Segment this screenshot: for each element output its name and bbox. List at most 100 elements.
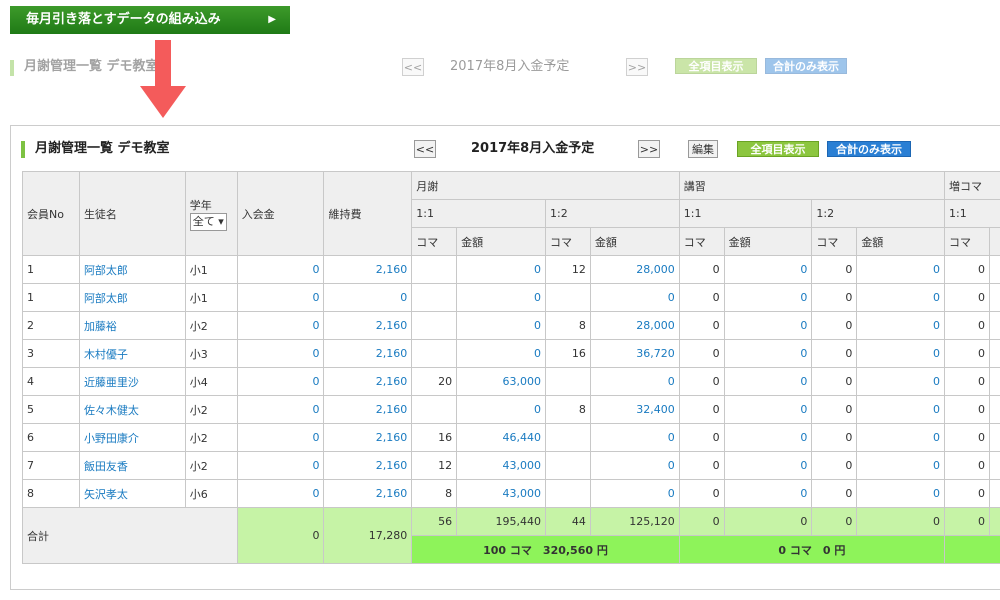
maintenance-fee-cell: 2,160 (323, 255, 413, 284)
monthly-1to2-amount-cell: 0 (589, 367, 680, 396)
student-name-cell[interactable]: 木村優子 (78, 339, 186, 368)
monthly-1to2-koma-cell: 16 (545, 339, 591, 368)
admission-fee-cell: 0 (236, 255, 325, 284)
admission-fee-cell: 0 (236, 479, 325, 508)
show-all-button[interactable]: 全項目表示 (737, 141, 819, 157)
col-member-no: 会員No (22, 171, 80, 256)
course-1to1-koma-cell: 0 (678, 423, 725, 452)
import-label: 毎月引き落とすデータの組み込み (26, 12, 221, 27)
course-1to1-amount-cell: 0 (723, 283, 813, 312)
col-student-name: 生徒名 (78, 171, 186, 256)
student-name-cell[interactable]: 近藤亜里沙 (78, 367, 186, 396)
monthly-1to2-amount-cell: 0 (589, 423, 680, 452)
prev-month-button[interactable]: << (402, 58, 424, 76)
member-no-cell: 5 (22, 395, 80, 424)
extra-1to1-amount-cell (988, 339, 1000, 368)
show-all-button[interactable]: 全項目表示 (675, 58, 757, 74)
table-row: 8 矢沢孝太 小6 0 2,160 8 43,000 0 0 0 0 0 0 (22, 479, 1000, 508)
col-admission-fee: 入会金 (236, 171, 325, 256)
monthly-1to1-amount-cell: 0 (456, 339, 546, 368)
grade-cell: 小1 (184, 283, 238, 312)
total-course-1to2-amount: 0 (856, 507, 946, 536)
title-accent-bar (10, 60, 14, 76)
monthly-1to2-koma-cell (545, 367, 591, 396)
col-koma: コマ (411, 227, 458, 256)
monthly-1to2-koma-cell: 8 (545, 395, 591, 424)
course-1to2-amount-cell: 0 (856, 395, 946, 424)
total-maintenance: 17,280 (323, 507, 413, 564)
col-amount: 金額 (456, 227, 546, 256)
student-name-cell[interactable]: 加藤裕 (78, 311, 186, 340)
member-no-cell: 7 (22, 451, 80, 480)
monthly-1to1-koma-cell (411, 395, 458, 424)
student-name-cell[interactable]: 飯田友香 (78, 451, 186, 480)
monthly-1to2-koma-cell: 12 (545, 255, 591, 284)
group-monthly: 月謝 (411, 171, 680, 200)
course-1to2-koma-cell: 0 (811, 395, 858, 424)
student-name-cell[interactable]: 阿部太郎 (78, 283, 186, 312)
next-month-button[interactable]: >> (638, 140, 660, 158)
monthly-1to1-koma-cell (411, 339, 458, 368)
col-amount-partial (988, 227, 1000, 256)
grade-filter-select[interactable]: 全て ▾ (189, 212, 227, 231)
monthly-1to1-amount-cell: 63,000 (456, 367, 546, 396)
course-1to2-amount-cell: 0 (856, 339, 946, 368)
student-name-cell[interactable]: 阿部太郎 (78, 255, 186, 284)
monthly-1to1-amount-cell: 46,440 (456, 423, 546, 452)
monthly-1to2-amount-cell: 0 (589, 451, 680, 480)
extra-1to1-koma-cell: 0 (944, 423, 990, 452)
next-month-button[interactable]: >> (626, 58, 648, 76)
monthly-1to1-amount-cell: 0 (456, 255, 546, 284)
course-1to2-koma-cell: 0 (811, 339, 858, 368)
course-1to1-koma-cell: 0 (678, 339, 725, 368)
student-name-cell[interactable]: 小野田康介 (78, 423, 186, 452)
table-row: 3 木村優子 小3 0 2,160 0 16 36,720 0 0 0 0 0 (22, 339, 1000, 368)
month-label: 2017年8月入金予定 (450, 59, 570, 74)
course-1to1-koma-cell: 0 (678, 255, 725, 284)
total-extra-partial (988, 507, 1000, 536)
table-row: 2 加藤裕 小2 0 2,160 0 8 28,000 0 0 0 0 0 (22, 311, 1000, 340)
course-1to1-amount-cell: 0 (723, 479, 813, 508)
course-1to1-amount-cell: 0 (723, 451, 813, 480)
show-total-button[interactable]: 合計のみ表示 (765, 58, 847, 74)
show-total-button[interactable]: 合計のみ表示 (827, 141, 911, 157)
col-maintenance-fee: 維持費 (323, 171, 413, 256)
edit-button[interactable]: 編集 (688, 140, 718, 158)
total-label: 合計 (22, 507, 238, 564)
course-1to2-koma-cell: 0 (811, 423, 858, 452)
panel-title: 月謝管理一覧 デモ教室 (35, 141, 170, 156)
total-monthly-1to1-amount: 195,440 (456, 507, 546, 536)
total-monthly-1to1-koma: 56 (411, 507, 458, 536)
monthly-1to1-amount-cell: 43,000 (456, 479, 546, 508)
grade-label: 学年 (189, 198, 212, 212)
student-name-cell[interactable]: 矢沢孝太 (78, 479, 186, 508)
extra-1to1-koma-cell: 0 (944, 255, 990, 284)
member-no-cell: 8 (22, 479, 80, 508)
course-1to2-amount-cell: 0 (856, 451, 946, 480)
monthly-1to2-koma-cell (545, 423, 591, 452)
group-course: 講習 (678, 171, 946, 200)
total-monthly-1to2-koma: 44 (545, 507, 591, 536)
admission-fee-cell: 0 (236, 451, 325, 480)
monthly-1to2-amount-cell: 28,000 (589, 311, 680, 340)
student-name-cell[interactable]: 佐々木健太 (78, 395, 186, 424)
course-1to2-amount-cell: 0 (856, 283, 946, 312)
monthly-1to2-amount-cell: 0 (589, 283, 680, 312)
course-summary: 0 コマ 0 円 (678, 535, 946, 564)
extra-1to1-amount-cell (988, 367, 1000, 396)
member-no-cell: 4 (22, 367, 80, 396)
grade-cell: 小2 (184, 311, 238, 340)
extra-1to1-amount-cell (988, 451, 1000, 480)
course-1to1-amount-cell: 0 (723, 339, 813, 368)
caret-down-icon: ▾ (218, 214, 224, 228)
course-1to1-amount-cell: 0 (723, 367, 813, 396)
grade-cell: 小4 (184, 367, 238, 396)
extra-1to1-koma-cell: 0 (944, 395, 990, 424)
col-amount: 金額 (589, 227, 680, 256)
prev-month-button[interactable]: << (414, 140, 436, 158)
panel-header: 月謝管理一覧 デモ教室 << 2017年8月入金予定 >> 編集 全項目表示 合… (11, 126, 1000, 170)
course-1to1-koma-cell: 0 (678, 311, 725, 340)
import-monthly-data-button[interactable]: 毎月引き落とすデータの組み込み ▶ (10, 6, 290, 34)
extra-1to1-amount-cell (988, 311, 1000, 340)
grade-select-value: 全て (192, 214, 215, 228)
